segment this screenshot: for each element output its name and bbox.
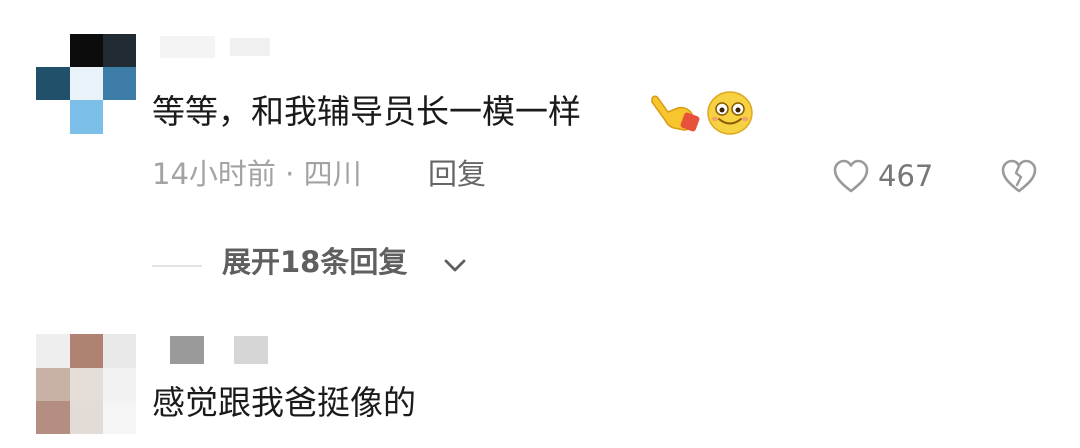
- username[interactable]: [160, 36, 270, 58]
- like-count: 467: [878, 159, 934, 193]
- expand-replies-label: 展开18条回复: [222, 245, 408, 279]
- pointing-hand-emoji: [651, 95, 700, 132]
- smiling-face-emoji: [707, 91, 753, 135]
- heart-outline-icon[interactable]: [832, 158, 870, 194]
- meta-separator: ·: [285, 157, 295, 191]
- username[interactable]: [170, 336, 280, 364]
- comment-time: 14小时前: [152, 157, 276, 191]
- comment-meta: 14小时前 · 四川: [152, 160, 362, 189]
- chevron-down-icon: [444, 259, 466, 272]
- avatar[interactable]: [36, 34, 136, 134]
- avatar[interactable]: [36, 334, 136, 434]
- expand-divider: [152, 265, 202, 267]
- comment-text: 等等，和我辅导员长一模一样: [152, 92, 581, 131]
- broken-heart-icon[interactable]: [1000, 158, 1038, 194]
- comment-location: 四川: [303, 157, 362, 191]
- reply-button[interactable]: 回复: [428, 160, 486, 189]
- comment-text: 感觉跟我爸挺像的: [152, 383, 416, 422]
